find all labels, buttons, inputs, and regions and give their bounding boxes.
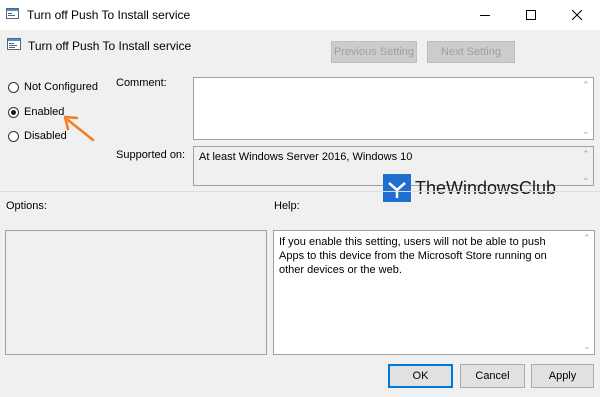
chevron-up-icon[interactable]: ⌃ <box>582 150 590 159</box>
help-label: Help: <box>274 200 300 212</box>
minimize-button[interactable] <box>462 0 508 30</box>
chevron-down-icon[interactable]: ⌄ <box>583 342 591 351</box>
policy-setting-icon <box>7 37 21 51</box>
options-panel <box>5 230 267 355</box>
thewindowsclub-watermark: TheWindowsClub <box>383 174 556 202</box>
comment-textarea[interactable]: ⌃ ⌄ <box>193 77 594 140</box>
maximize-button[interactable] <box>508 0 554 30</box>
radio-circle-checked[interactable] <box>8 106 19 118</box>
help-panel: If you enable this setting, users will n… <box>273 230 595 355</box>
window-title: Turn off Push To Install service <box>27 8 191 22</box>
supported-on-label: Supported on: <box>116 149 186 161</box>
annotation-arrow-icon <box>63 115 95 142</box>
radio-circle[interactable] <box>8 130 19 142</box>
chevron-down-icon[interactable]: ⌄ <box>582 127 590 136</box>
close-icon <box>572 10 582 20</box>
previous-setting-button[interactable]: Previous Setting <box>331 41 417 63</box>
comment-label: Comment: <box>116 77 167 89</box>
divider <box>0 191 600 192</box>
apply-button[interactable]: Apply <box>531 364 594 388</box>
windows-club-logo-icon <box>383 174 411 202</box>
maximize-icon <box>526 10 536 20</box>
policy-name: Turn off Push To Install service <box>28 39 192 53</box>
radio-label-enabled: Enabled <box>24 106 65 118</box>
title-bar: Turn off Push To Install service <box>0 0 600 30</box>
next-setting-button[interactable]: Next Setting <box>427 41 515 63</box>
policy-window-icon <box>6 7 19 20</box>
chevron-down-icon[interactable]: ⌄ <box>582 173 590 182</box>
supported-on-value: At least Windows Server 2016, Windows 10 <box>199 151 413 163</box>
radio-disabled[interactable]: Disabled <box>8 130 67 142</box>
comment-scrollbar[interactable]: ⌃ ⌄ <box>580 78 593 139</box>
supported-on-scrollbar[interactable]: ⌃ ⌄ <box>580 147 593 185</box>
ok-button[interactable]: OK <box>388 364 453 388</box>
radio-not-configured[interactable]: Not Configured <box>8 81 98 93</box>
chevron-up-icon[interactable]: ⌃ <box>582 81 590 90</box>
chevron-up-icon[interactable]: ⌃ <box>583 234 591 243</box>
radio-circle[interactable] <box>8 81 19 93</box>
radio-label-not-configured: Not Configured <box>24 81 98 93</box>
minimize-icon <box>480 15 490 16</box>
radio-enabled[interactable]: Enabled <box>8 106 64 118</box>
help-scrollbar[interactable]: ⌃ ⌄ <box>581 231 594 354</box>
options-label: Options: <box>6 200 47 212</box>
watermark-text: TheWindowsClub <box>415 177 557 198</box>
help-text: If you enable this setting, users will n… <box>279 236 547 276</box>
close-button[interactable] <box>554 0 600 30</box>
cancel-button[interactable]: Cancel <box>460 364 525 388</box>
